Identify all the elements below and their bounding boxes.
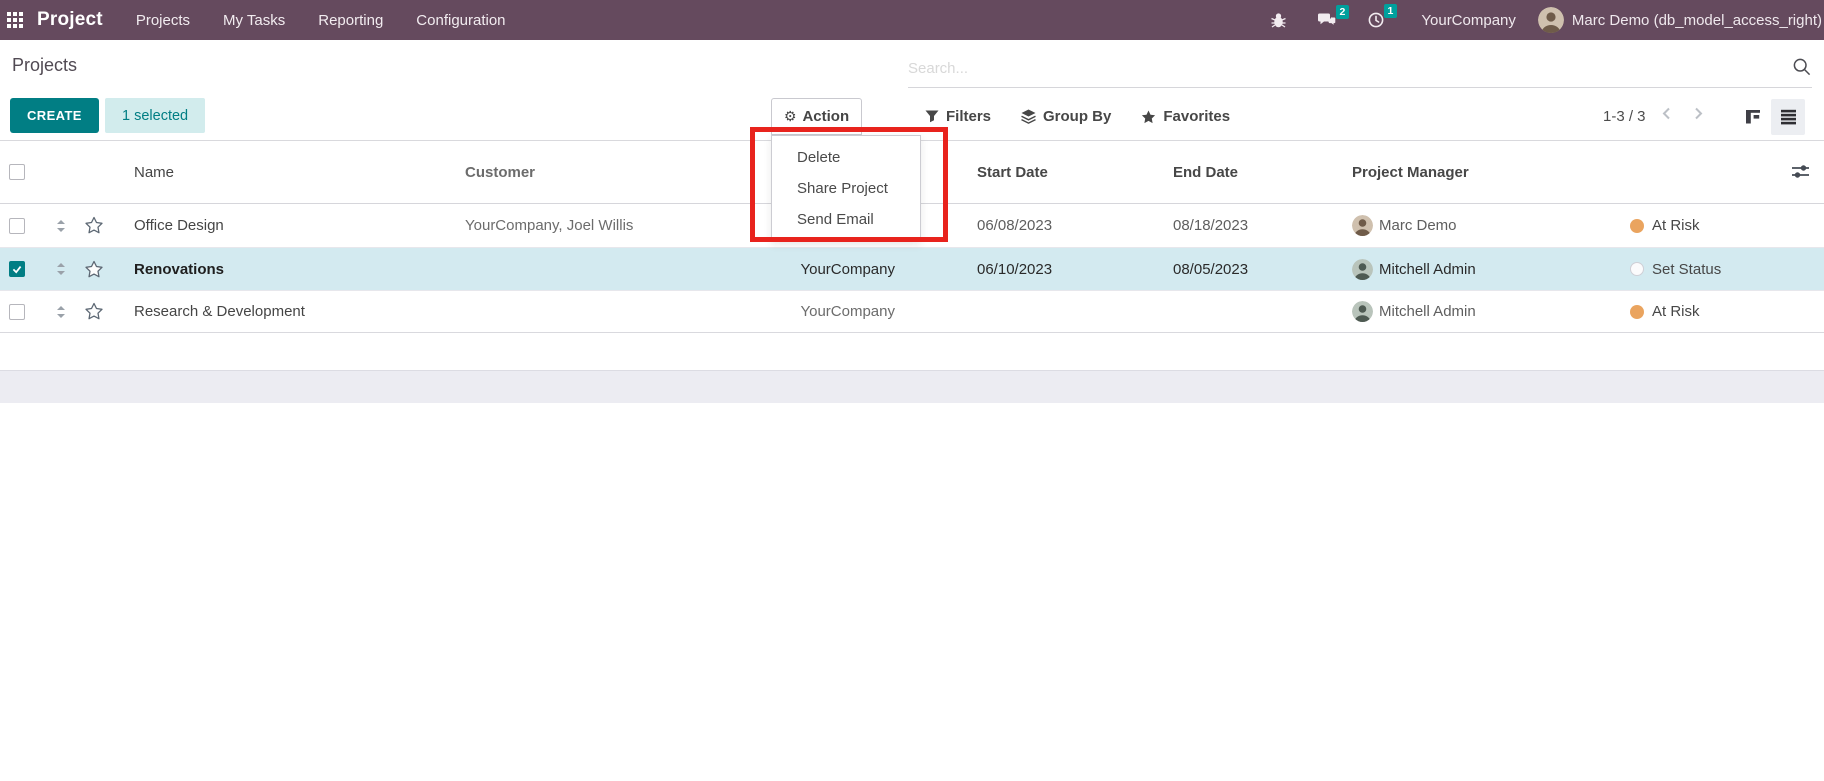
action-dropdown-wrap: ⚙ Action Delete Share Project Send Email	[771, 98, 862, 135]
manager-name: Mitchell Admin	[1379, 303, 1476, 320]
list-view-icon[interactable]	[1771, 99, 1805, 135]
header-name[interactable]: Name	[114, 164, 465, 181]
cell-status: At Risk	[1630, 303, 1824, 320]
app-brand[interactable]: Project	[37, 9, 103, 31]
filters-button[interactable]: Filters	[925, 108, 991, 125]
select-all-checkbox[interactable]	[9, 164, 25, 180]
search-icon[interactable]	[1792, 57, 1812, 77]
pager-range: 1-3 / 3	[1603, 108, 1646, 125]
nav-item-configuration[interactable]: Configuration	[416, 12, 505, 29]
cell-project-manager: Mitchell Admin	[1352, 301, 1630, 322]
group-by-label: Group By	[1043, 108, 1111, 125]
favorite-star-icon[interactable]	[74, 216, 114, 235]
favorites-button[interactable]: Favorites	[1141, 108, 1230, 125]
header-project-manager[interactable]: Project Manager	[1352, 164, 1630, 181]
gear-icon: ⚙	[784, 109, 797, 125]
company-switcher[interactable]: YourCompany	[1421, 12, 1516, 29]
header-start-date[interactable]: Start Date	[977, 164, 1173, 181]
row-checkbox[interactable]	[9, 304, 25, 320]
status-label: At Risk	[1652, 303, 1700, 320]
filter-funnel-icon	[925, 110, 939, 123]
cell-customer: YourCompany	[465, 261, 977, 278]
layers-icon	[1021, 109, 1036, 124]
drag-handle-icon[interactable]	[48, 219, 74, 233]
favorites-label: Favorites	[1163, 108, 1230, 125]
top-navbar: Project Projects My Tasks Reporting Conf…	[0, 0, 1824, 40]
manager-name: Mitchell Admin	[1379, 261, 1476, 278]
cell-name: Research & Development	[114, 303, 465, 320]
action-menu: Delete Share Project Send Email	[771, 135, 921, 242]
nav-item-projects[interactable]: Projects	[136, 12, 190, 29]
cell-project-manager: Marc Demo	[1352, 215, 1630, 236]
cell-customer: YourCompany	[465, 303, 977, 320]
cell-name: Renovations	[114, 261, 465, 278]
nav-item-my-tasks[interactable]: My Tasks	[223, 12, 285, 29]
drag-handle-icon[interactable]	[48, 305, 74, 319]
cell-status: At Risk	[1630, 217, 1824, 234]
activities-badge: 1	[1384, 4, 1398, 18]
nav-item-reporting[interactable]: Reporting	[318, 12, 383, 29]
favorite-star-icon[interactable]	[74, 302, 114, 321]
cell-status: Set Status	[1630, 261, 1824, 278]
select-all-cell	[0, 164, 48, 180]
cell-name: Office Design	[114, 217, 465, 234]
manager-name: Marc Demo	[1379, 217, 1457, 234]
cell-end-date: 08/18/2023	[1173, 217, 1352, 234]
page-title: Projects	[12, 55, 77, 76]
status-label: At Risk	[1652, 217, 1700, 234]
table-row-renovations[interactable]: Renovations YourCompany 06/10/2023 08/05…	[0, 247, 1824, 290]
selected-count-badge: 1 selected	[105, 98, 205, 133]
optional-columns-icon[interactable]	[1791, 163, 1810, 180]
list-footer	[0, 370, 1824, 403]
navbar-right: 2 1 YourCompany Marc Demo (db_model_acce…	[1270, 7, 1824, 33]
user-avatar[interactable]	[1538, 7, 1564, 33]
search-options-bar: Filters Group By Favorites	[925, 98, 1230, 135]
action-menu-item-send-email[interactable]: Send Email	[772, 204, 920, 235]
drag-handle-icon[interactable]	[48, 262, 74, 276]
activities-clock-icon[interactable]: 1	[1367, 11, 1385, 29]
user-menu[interactable]: Marc Demo (db_model_access_right)	[1572, 12, 1822, 29]
filters-label: Filters	[946, 108, 991, 125]
kanban-view-icon[interactable]	[1736, 99, 1770, 135]
status-label: Set Status	[1652, 261, 1721, 278]
cell-end-date: 08/05/2023	[1173, 261, 1352, 278]
search-input[interactable]	[908, 50, 1812, 88]
action-button[interactable]: ⚙ Action	[771, 98, 862, 135]
action-button-label: Action	[802, 108, 849, 125]
action-menu-item-delete[interactable]: Delete	[772, 142, 920, 173]
group-by-button[interactable]: Group By	[1021, 108, 1111, 125]
status-dot-empty[interactable]	[1630, 262, 1644, 276]
action-menu-item-share-project[interactable]: Share Project	[772, 173, 920, 204]
manager-avatar	[1352, 215, 1373, 236]
status-dot-orange[interactable]	[1630, 219, 1644, 233]
messages-badge: 2	[1336, 5, 1350, 19]
cell-start-date: 06/08/2023	[977, 217, 1173, 234]
create-button[interactable]: CREATE	[10, 98, 99, 133]
cell-project-manager: Mitchell Admin	[1352, 259, 1630, 280]
pager-next-icon[interactable]	[1690, 106, 1705, 121]
favorite-star-icon[interactable]	[74, 260, 114, 279]
odoo-project-screen: Project Projects My Tasks Reporting Conf…	[0, 0, 1824, 781]
apps-menu-icon[interactable]	[7, 12, 23, 28]
manager-avatar	[1352, 301, 1373, 322]
star-icon	[1141, 110, 1156, 124]
header-end-date[interactable]: End Date	[1173, 164, 1352, 181]
table-row-research-development[interactable]: Research & Development YourCompany Mitch…	[0, 290, 1824, 333]
status-dot-orange[interactable]	[1630, 305, 1644, 319]
row-checkbox[interactable]	[9, 218, 25, 234]
manager-avatar	[1352, 259, 1373, 280]
row-checkbox-checked[interactable]	[9, 261, 25, 277]
messages-icon[interactable]: 2	[1317, 12, 1337, 29]
pager-previous-icon[interactable]	[1660, 106, 1675, 121]
cell-start-date: 06/10/2023	[977, 261, 1173, 278]
debug-bug-icon[interactable]	[1270, 12, 1287, 29]
